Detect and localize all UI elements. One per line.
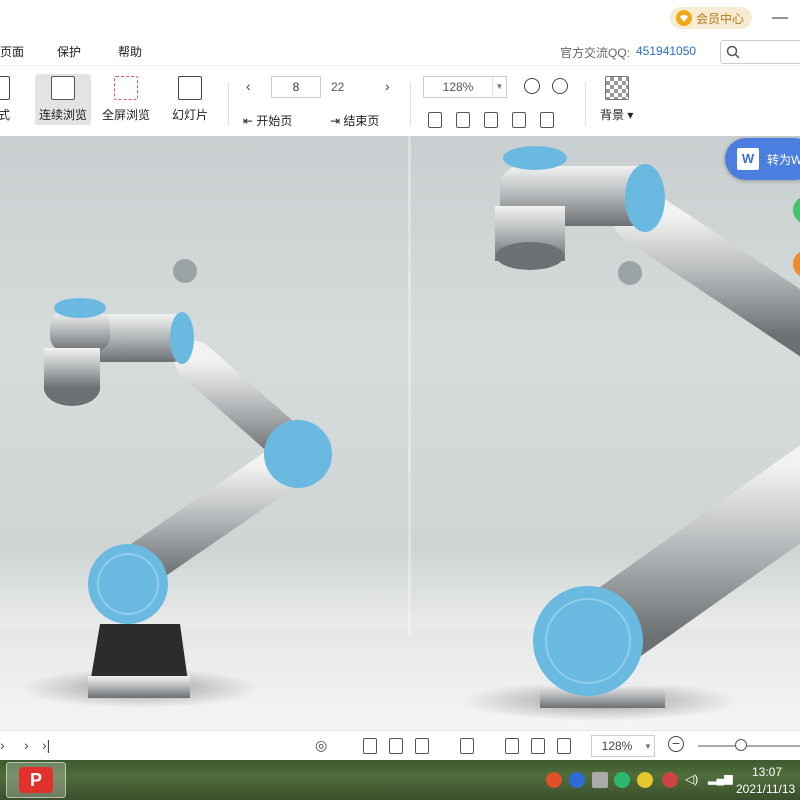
fit-page-icon[interactable] bbox=[531, 738, 545, 754]
next-icon[interactable]: › bbox=[24, 737, 29, 753]
mode-button[interactable]: 模式 bbox=[0, 76, 10, 123]
zoom-slider-handle[interactable] bbox=[735, 739, 747, 751]
menu-bar: 页面 保护 帮助 官方交流QQ: 451941050 bbox=[0, 36, 800, 66]
volume-icon[interactable]: ◁) bbox=[685, 772, 701, 788]
status-zoom-value: 128% bbox=[601, 739, 633, 753]
separator bbox=[410, 82, 411, 126]
menu-item-page[interactable]: 页面 bbox=[0, 43, 24, 60]
continuous-view-icon bbox=[51, 76, 75, 100]
last-page-label: 结束页 bbox=[343, 114, 380, 128]
zoom-select[interactable]: 128% ▼ bbox=[423, 76, 507, 98]
last-page-button[interactable]: ⇥ 结束页 bbox=[330, 112, 379, 129]
app-tray-green-icon[interactable] bbox=[614, 772, 630, 788]
first-page-button[interactable]: ⇤ 开始页 bbox=[243, 112, 292, 129]
taskbar: P ◁) ▂▄▆ 13:07 2021/11/13 bbox=[0, 760, 800, 800]
status-zoom-select[interactable]: 128% ▼ bbox=[591, 735, 655, 757]
app-tray-yellow-icon[interactable] bbox=[637, 772, 653, 788]
first-page-label: 开始页 bbox=[256, 114, 293, 128]
page-number-input[interactable]: 8 bbox=[271, 76, 321, 98]
fit-width-icon[interactable] bbox=[484, 112, 498, 128]
actual-size-icon[interactable] bbox=[428, 112, 442, 128]
rotate-left-icon[interactable] bbox=[512, 112, 526, 128]
toolbar: 模式 连续浏览 全屏浏览 幻灯片 ‹ 8 22 › ⇤ 开始页 ⇥ 结束页 12… bbox=[0, 66, 800, 136]
network-icon[interactable]: ▂▄▆ bbox=[708, 772, 733, 788]
convert-to-word-button[interactable]: W 转为W bbox=[725, 138, 800, 180]
fullscreen-icon bbox=[114, 76, 138, 100]
menu-item-help[interactable]: 帮助 bbox=[118, 43, 142, 60]
chevron-down-icon: ▼ bbox=[492, 77, 506, 97]
pdf-reader-logo-icon: P bbox=[19, 767, 53, 793]
taskbar-app-button[interactable]: P bbox=[6, 762, 66, 798]
reading-glasses-icon[interactable]: ◎ bbox=[315, 737, 327, 754]
last-icon[interactable]: ›| bbox=[42, 737, 50, 753]
separator bbox=[228, 82, 229, 126]
first-page-icon: ⇤ bbox=[243, 114, 257, 128]
fullscreen-label: 全屏浏览 bbox=[102, 108, 151, 122]
slideshow-icon bbox=[178, 76, 202, 100]
slideshow-label: 幻灯片 bbox=[172, 108, 209, 122]
fullscreen-button[interactable]: 全屏浏览 bbox=[102, 76, 150, 123]
convert-label: 转为W bbox=[767, 152, 800, 167]
background-label: 背景 ▾ bbox=[600, 108, 634, 122]
zoom-in-icon[interactable] bbox=[552, 78, 568, 94]
slideshow-button[interactable]: 幻灯片 bbox=[172, 76, 208, 123]
fit-width-icon[interactable] bbox=[557, 738, 571, 754]
menu-item-protect[interactable]: 保护 bbox=[57, 43, 81, 60]
continuous-view-label: 连续浏览 bbox=[39, 108, 88, 122]
next-page-icon[interactable]: › bbox=[385, 78, 390, 94]
fit-page-icon[interactable] bbox=[456, 112, 470, 128]
zoom-slider-track[interactable] bbox=[698, 745, 800, 747]
robot-arms-image bbox=[20, 146, 800, 721]
actual-size-icon[interactable] bbox=[505, 738, 519, 754]
security-icon[interactable] bbox=[662, 772, 678, 788]
qq-label: 官方交流QQ: bbox=[560, 46, 631, 60]
rotate-right-icon[interactable] bbox=[540, 112, 554, 128]
document-view[interactable]: W 转为W bbox=[0, 136, 800, 730]
zoom-out-icon[interactable] bbox=[524, 78, 540, 94]
prev-page-icon[interactable]: ‹ bbox=[246, 78, 251, 94]
continuous-page-icon[interactable] bbox=[415, 738, 429, 754]
page-total: 22 bbox=[331, 80, 345, 94]
background-button[interactable]: 背景 ▾ bbox=[600, 76, 633, 123]
diamond-icon bbox=[676, 10, 692, 26]
keyboard-icon[interactable] bbox=[592, 772, 608, 788]
clock-date: 2021/11/13 bbox=[736, 782, 796, 796]
single-page-icon[interactable] bbox=[363, 738, 377, 754]
status-bar: › › ›| ◎ 128% ▼ − bbox=[0, 730, 800, 760]
mode-label: 模式 bbox=[0, 108, 11, 122]
clock-time: 13:07 bbox=[752, 765, 783, 779]
double-page-icon[interactable] bbox=[389, 738, 403, 754]
separator bbox=[585, 82, 586, 126]
title-bar: 会员中心 — bbox=[0, 0, 800, 36]
search-icon bbox=[726, 45, 740, 59]
bookmark-icon[interactable] bbox=[460, 738, 474, 754]
background-icon bbox=[604, 76, 629, 100]
vip-center-button[interactable]: 会员中心 bbox=[670, 7, 752, 29]
continuous-view-button[interactable]: 连续浏览 bbox=[35, 74, 92, 125]
chevron-down-icon: ▼ bbox=[644, 741, 652, 751]
vip-center-label: 会员中心 bbox=[696, 11, 745, 26]
minimize-button[interactable]: — bbox=[770, 8, 790, 28]
qq-number[interactable]: 451941050 bbox=[636, 44, 696, 58]
last-page-icon: ⇥ bbox=[330, 114, 344, 128]
word-icon: W bbox=[737, 148, 759, 170]
ime-icon[interactable] bbox=[546, 772, 562, 788]
help-icon[interactable] bbox=[569, 772, 585, 788]
prev-icon[interactable]: › bbox=[0, 737, 5, 753]
zoom-value: 128% bbox=[442, 80, 474, 94]
zoom-out-icon[interactable]: − bbox=[668, 736, 684, 752]
search-input[interactable] bbox=[720, 40, 800, 64]
mode-icon bbox=[0, 76, 10, 100]
